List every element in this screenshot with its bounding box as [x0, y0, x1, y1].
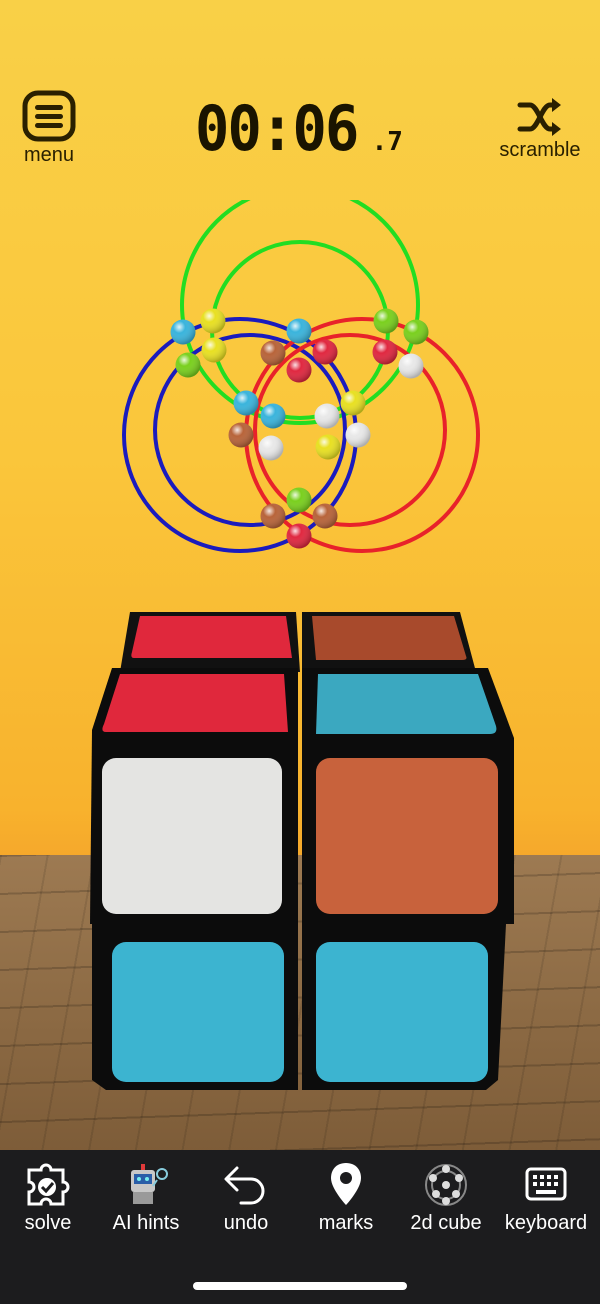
solve-label: solve: [24, 1212, 72, 1234]
white-ball[interactable]: [345, 422, 371, 448]
brown-ball[interactable]: [228, 422, 254, 448]
sticker-front-top-left[interactable]: [102, 758, 282, 914]
sticker-front-top-right[interactable]: [316, 758, 498, 914]
cyan-ball[interactable]: [286, 318, 312, 344]
ai-hints-label: AI hints: [112, 1212, 180, 1234]
solve-button[interactable]: solve: [0, 1160, 96, 1235]
undo-label: undo: [223, 1212, 269, 1234]
keyboard-button[interactable]: keyboard: [498, 1160, 594, 1235]
cube-3d-view[interactable]: [70, 600, 540, 1100]
brown-ball[interactable]: [260, 340, 286, 366]
marks-label: marks: [318, 1212, 374, 1234]
cyan-ball[interactable]: [260, 403, 286, 429]
shuffle-icon: [517, 98, 561, 136]
white-ball[interactable]: [314, 403, 340, 429]
sticker-top-back-left[interactable]: [131, 616, 292, 658]
yellow-ball[interactable]: [201, 337, 227, 363]
green-ball[interactable]: [175, 352, 201, 378]
red-ball[interactable]: [372, 339, 398, 365]
sticker-front-bottom-left[interactable]: [112, 942, 284, 1082]
yellow-ball[interactable]: [340, 390, 366, 416]
graph-nodes-icon: [425, 1164, 467, 1206]
sticker-front-bottom-right[interactable]: [316, 942, 488, 1082]
2d-cube-button[interactable]: 2d cube: [398, 1160, 494, 1235]
menu-icon: [22, 90, 76, 142]
yellow-ball[interactable]: [200, 308, 226, 334]
brown-ball[interactable]: [260, 503, 286, 529]
marks-button[interactable]: marks: [298, 1160, 394, 1235]
scramble-button[interactable]: scramble: [490, 95, 590, 162]
white-ball[interactable]: [398, 353, 424, 379]
sticker-top-front-right[interactable]: [316, 674, 497, 734]
sticker-top-front-left[interactable]: [102, 674, 289, 732]
timer-tenths: .7: [371, 127, 403, 157]
scramble-label: scramble: [499, 139, 581, 161]
red-ball[interactable]: [312, 339, 338, 365]
green-ball[interactable]: [286, 487, 312, 513]
yellow-ball[interactable]: [315, 434, 341, 460]
sticker-top-back-right[interactable]: [312, 616, 467, 660]
timer-main: 00:06: [195, 92, 359, 165]
puzzle-check-icon: [27, 1163, 70, 1206]
red-ball[interactable]: [286, 357, 312, 383]
ai-hints-button[interactable]: AI hints: [98, 1160, 194, 1235]
robot-icon: [131, 1164, 168, 1204]
home-indicator: [193, 1282, 407, 1290]
location-pin-icon: [331, 1163, 361, 1205]
keyboard-label: keyboard: [504, 1212, 588, 1234]
red-ball[interactable]: [286, 523, 312, 549]
menu-label: menu: [23, 144, 75, 166]
cyan-ball[interactable]: [233, 390, 259, 416]
cyan-ball[interactable]: [170, 319, 196, 345]
undo-button[interactable]: undo: [198, 1160, 294, 1235]
puzzle-graph[interactable]: [110, 200, 490, 570]
green-ball[interactable]: [403, 319, 429, 345]
keyboard-icon: [525, 1167, 567, 1201]
2d-cube-label: 2d cube: [410, 1212, 482, 1234]
undo-icon: [224, 1166, 265, 1205]
timer-display: 00:06 .7: [195, 92, 415, 165]
green-ball[interactable]: [373, 308, 399, 334]
white-ball[interactable]: [258, 435, 284, 461]
menu-button[interactable]: menu: [14, 90, 84, 167]
brown-ball[interactable]: [312, 503, 338, 529]
